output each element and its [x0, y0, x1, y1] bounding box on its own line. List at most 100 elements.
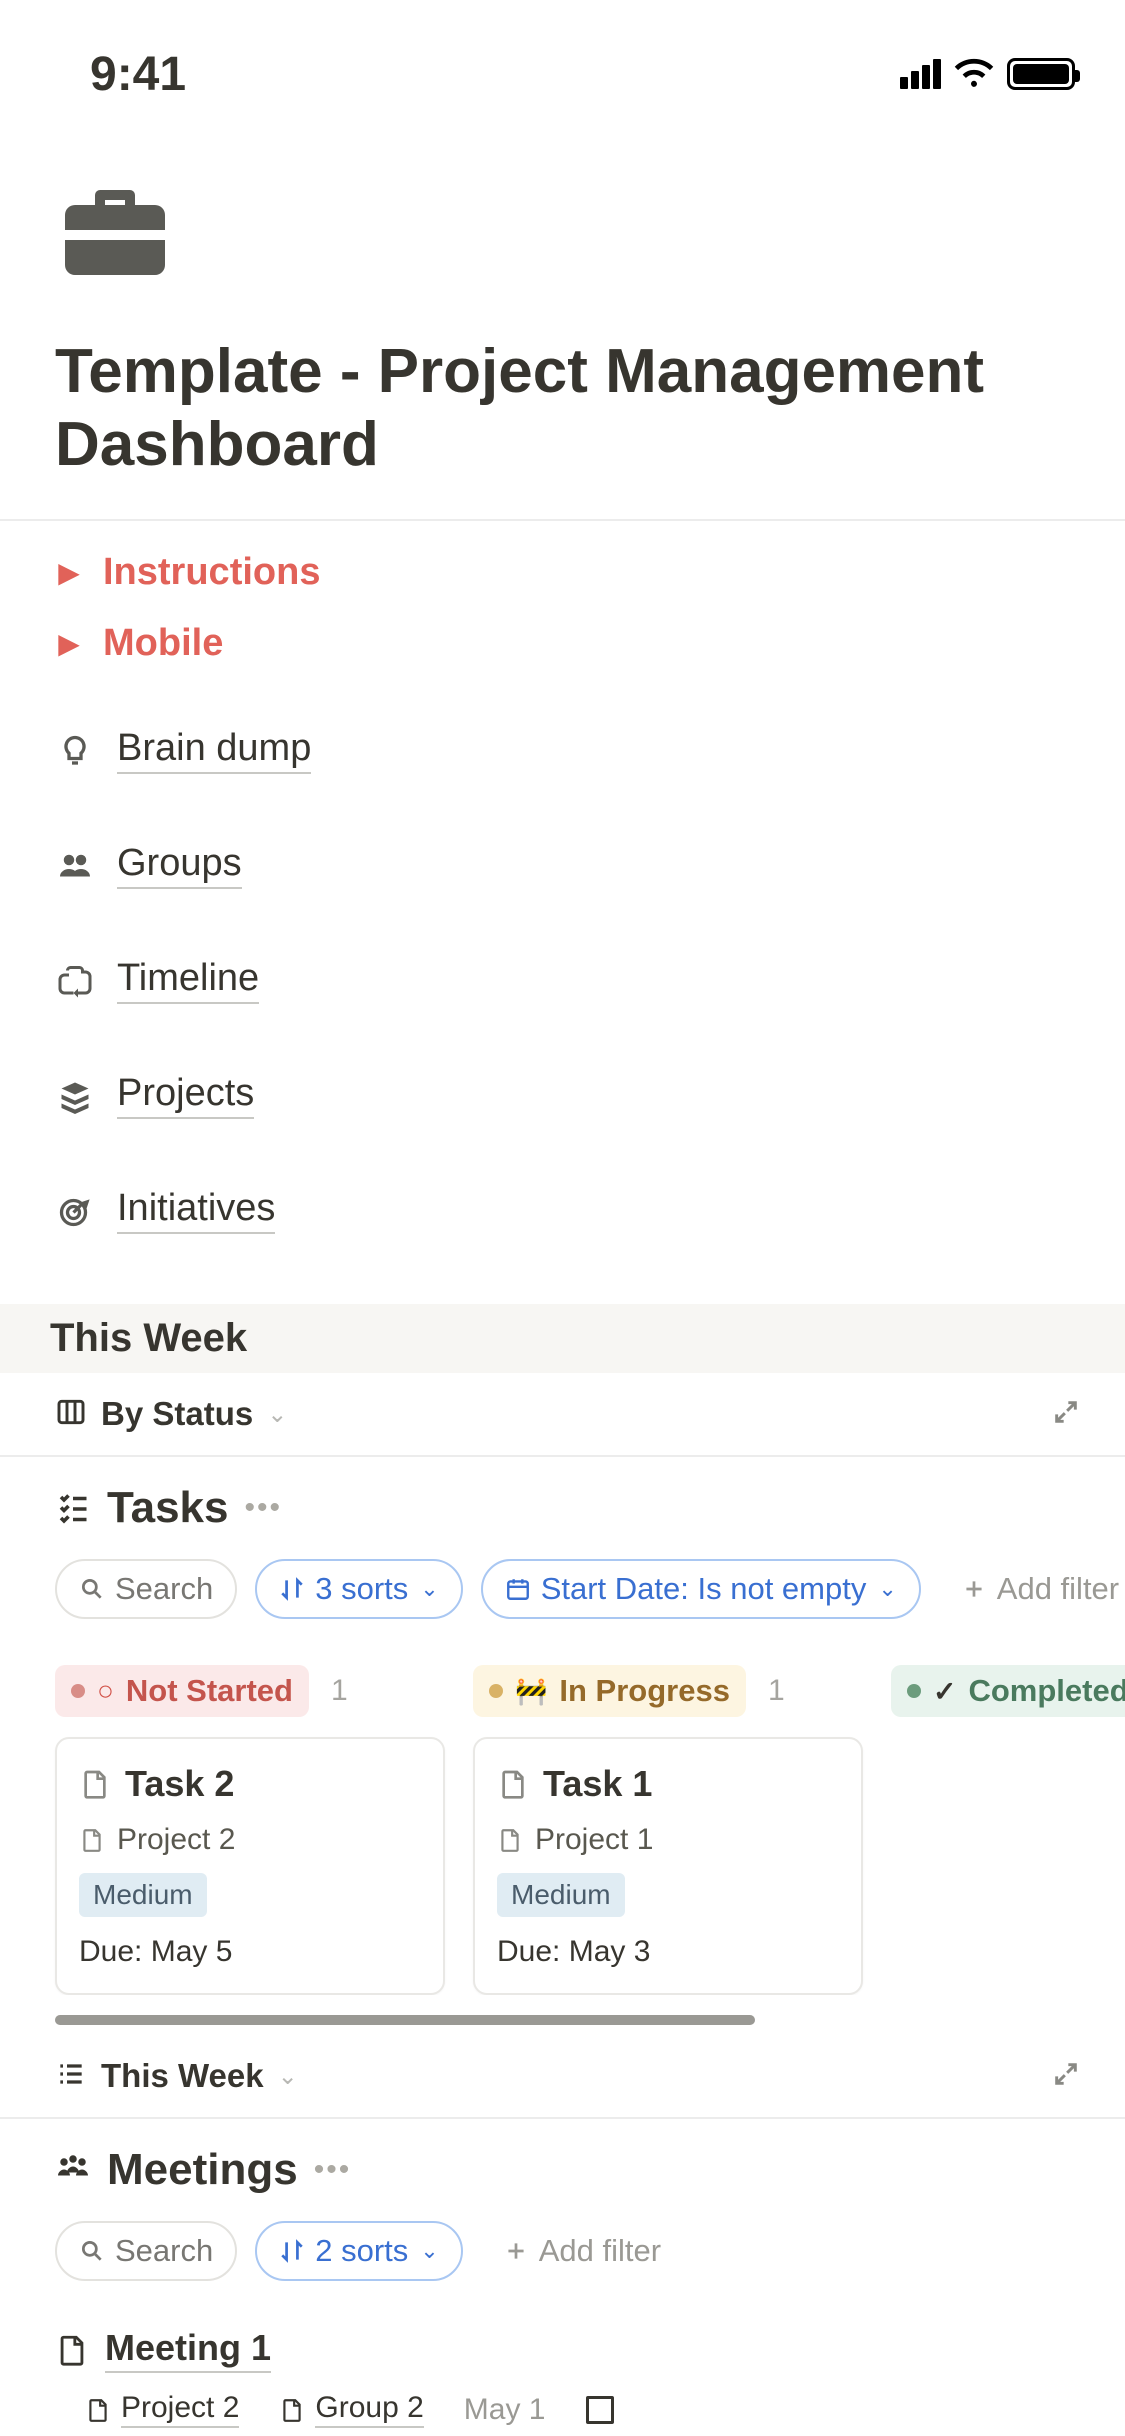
people-icon: [55, 846, 95, 886]
sorts-pill[interactable]: 3 sorts ⌄: [255, 1559, 462, 1619]
meeting-list-item[interactable]: Meeting 1 Project 2 Group 2 May 1: [0, 2307, 1125, 2428]
page-icon: [55, 2333, 89, 2367]
meeting-checkbox[interactable]: [586, 2396, 614, 2424]
section-title: This Week: [50, 1316, 1075, 1361]
kanban-board[interactable]: ○ Not Started 1 Task 2 Project 2 Medium …: [0, 1645, 1125, 1995]
page-icon: [497, 1827, 523, 1853]
lightbulb-icon: [55, 731, 95, 771]
status-label: Completed: [968, 1673, 1125, 1709]
meeting-group[interactable]: Group 2: [279, 2391, 423, 2428]
scrollbar-thumb[interactable]: [55, 2015, 755, 2025]
toggle-label: Mobile: [103, 622, 223, 665]
view-selector-this-week[interactable]: This Week ⌄: [55, 2057, 298, 2095]
status-chip-not-started[interactable]: ○ Not Started: [55, 1665, 309, 1717]
meeting-date: May 1: [464, 2393, 546, 2427]
card-title: Task 1: [543, 1763, 652, 1805]
link-label: Groups: [117, 842, 242, 889]
meeting-date-label: May 1: [464, 2393, 546, 2427]
lane-not-started: ○ Not Started 1 Task 2 Project 2 Medium …: [55, 1665, 445, 1995]
section-header-this-week: This Week: [0, 1304, 1125, 1373]
checklist-icon: [55, 1488, 91, 1529]
link-brain-dump[interactable]: Brain dump: [55, 699, 1070, 814]
stack-icon: [55, 1076, 95, 1116]
status-dot-icon: [907, 1684, 921, 1698]
meeting-icon: [55, 2150, 91, 2191]
status-chip-in-progress[interactable]: 🚧 In Progress: [473, 1665, 746, 1717]
toggle-instructions[interactable]: ▶ Instructions: [55, 537, 1070, 608]
priority-tag: Medium: [79, 1873, 207, 1917]
status-time: 9:41: [90, 47, 186, 102]
view-selector-by-status[interactable]: By Status ⌄: [55, 1395, 287, 1433]
meeting-title: Meeting 1: [105, 2327, 271, 2373]
horizontal-scrollbar[interactable]: [55, 2015, 755, 2025]
card-project: Project 1: [535, 1823, 653, 1857]
page-icon-briefcase[interactable]: [55, 170, 1070, 295]
sorts-pill[interactable]: 2 sorts ⌄: [255, 2221, 462, 2281]
target-icon: [55, 1191, 95, 1231]
db-title: Tasks: [107, 1483, 229, 1533]
chevron-down-icon: ⌄: [420, 1576, 438, 1602]
link-timeline[interactable]: Timeline: [55, 929, 1070, 1044]
check-icon: ✓: [933, 1675, 956, 1708]
search-button[interactable]: Search: [55, 1559, 237, 1619]
battery-icon: [1007, 58, 1075, 90]
toggle-mobile[interactable]: ▶ Mobile: [55, 608, 1070, 679]
expand-icon[interactable]: [1052, 1398, 1080, 1431]
card-project: Project 2: [117, 1823, 235, 1857]
priority-tag: Medium: [497, 1873, 625, 1917]
page-icon: [79, 1827, 105, 1853]
add-filter-label: Add filter: [997, 1571, 1119, 1607]
card-due: Due: May 5: [79, 1935, 421, 1969]
view-bar-meetings: This Week ⌄: [0, 2035, 1125, 2119]
status-bar: 9:41: [0, 0, 1125, 120]
status-label: Not Started: [126, 1673, 293, 1709]
page-icon: [79, 1768, 111, 1800]
page-icon: [85, 2397, 111, 2423]
link-initiatives[interactable]: Initiatives: [55, 1159, 1070, 1274]
meeting-group-label: Group 2: [315, 2391, 423, 2428]
page-title[interactable]: Template - Project Management Dashboard: [0, 305, 1125, 501]
caret-right-icon: ▶: [55, 556, 83, 589]
view-label: This Week: [101, 2057, 264, 2095]
expand-icon[interactable]: [1052, 2060, 1080, 2093]
link-label: Timeline: [117, 957, 259, 1004]
more-icon[interactable]: •••: [314, 2153, 352, 2187]
link-projects[interactable]: Projects: [55, 1044, 1070, 1159]
status-label: In Progress: [559, 1673, 730, 1709]
wifi-icon: [953, 56, 995, 93]
construction-icon: 🚧: [515, 1676, 547, 1707]
task-card[interactable]: Task 1 Project 1 Medium Due: May 3: [473, 1737, 863, 1995]
card-due: Due: May 3: [497, 1935, 839, 1969]
task-card[interactable]: Task 2 Project 2 Medium Due: May 5: [55, 1737, 445, 1995]
checkbox-icon: [586, 2396, 614, 2424]
add-filter-label: Add filter: [539, 2233, 661, 2269]
chevron-down-icon: ⌄: [878, 1576, 896, 1602]
status-icons-group: [900, 56, 1075, 93]
lane-completed: ✓ Completed: [891, 1665, 1125, 1995]
meeting-project-label: Project 2: [121, 2391, 239, 2428]
meeting-project[interactable]: Project 2: [85, 2391, 239, 2428]
status-dot-icon: [489, 1684, 503, 1698]
db-header-meetings[interactable]: Meetings •••: [0, 2119, 1125, 2211]
add-filter-button[interactable]: Add filter: [939, 1561, 1125, 1617]
status-chip-completed[interactable]: ✓ Completed: [891, 1665, 1125, 1717]
filter-start-date-pill[interactable]: Start Date: Is not empty ⌄: [481, 1559, 921, 1619]
chevron-down-icon: ⌄: [278, 2062, 298, 2091]
search-button[interactable]: Search: [55, 2221, 237, 2281]
more-icon[interactable]: •••: [245, 1491, 283, 1525]
sorts-label: 3 sorts: [315, 1571, 408, 1607]
board-icon: [55, 1396, 87, 1433]
link-label: Projects: [117, 1072, 254, 1119]
lane-count: 1: [331, 1674, 348, 1708]
circle-icon: ○: [97, 1675, 114, 1707]
db-header-tasks[interactable]: Tasks •••: [0, 1457, 1125, 1549]
search-label: Search: [115, 2233, 213, 2269]
view-label: By Status: [101, 1395, 253, 1433]
link-groups[interactable]: Groups: [55, 814, 1070, 929]
db-title: Meetings: [107, 2145, 298, 2195]
search-label: Search: [115, 1571, 213, 1607]
lane-in-progress: 🚧 In Progress 1 Task 1 Project 1 Medium …: [473, 1665, 863, 1995]
chevron-down-icon: ⌄: [267, 1400, 287, 1429]
add-filter-button[interactable]: Add filter: [481, 2223, 683, 2279]
page-icon: [497, 1768, 529, 1800]
